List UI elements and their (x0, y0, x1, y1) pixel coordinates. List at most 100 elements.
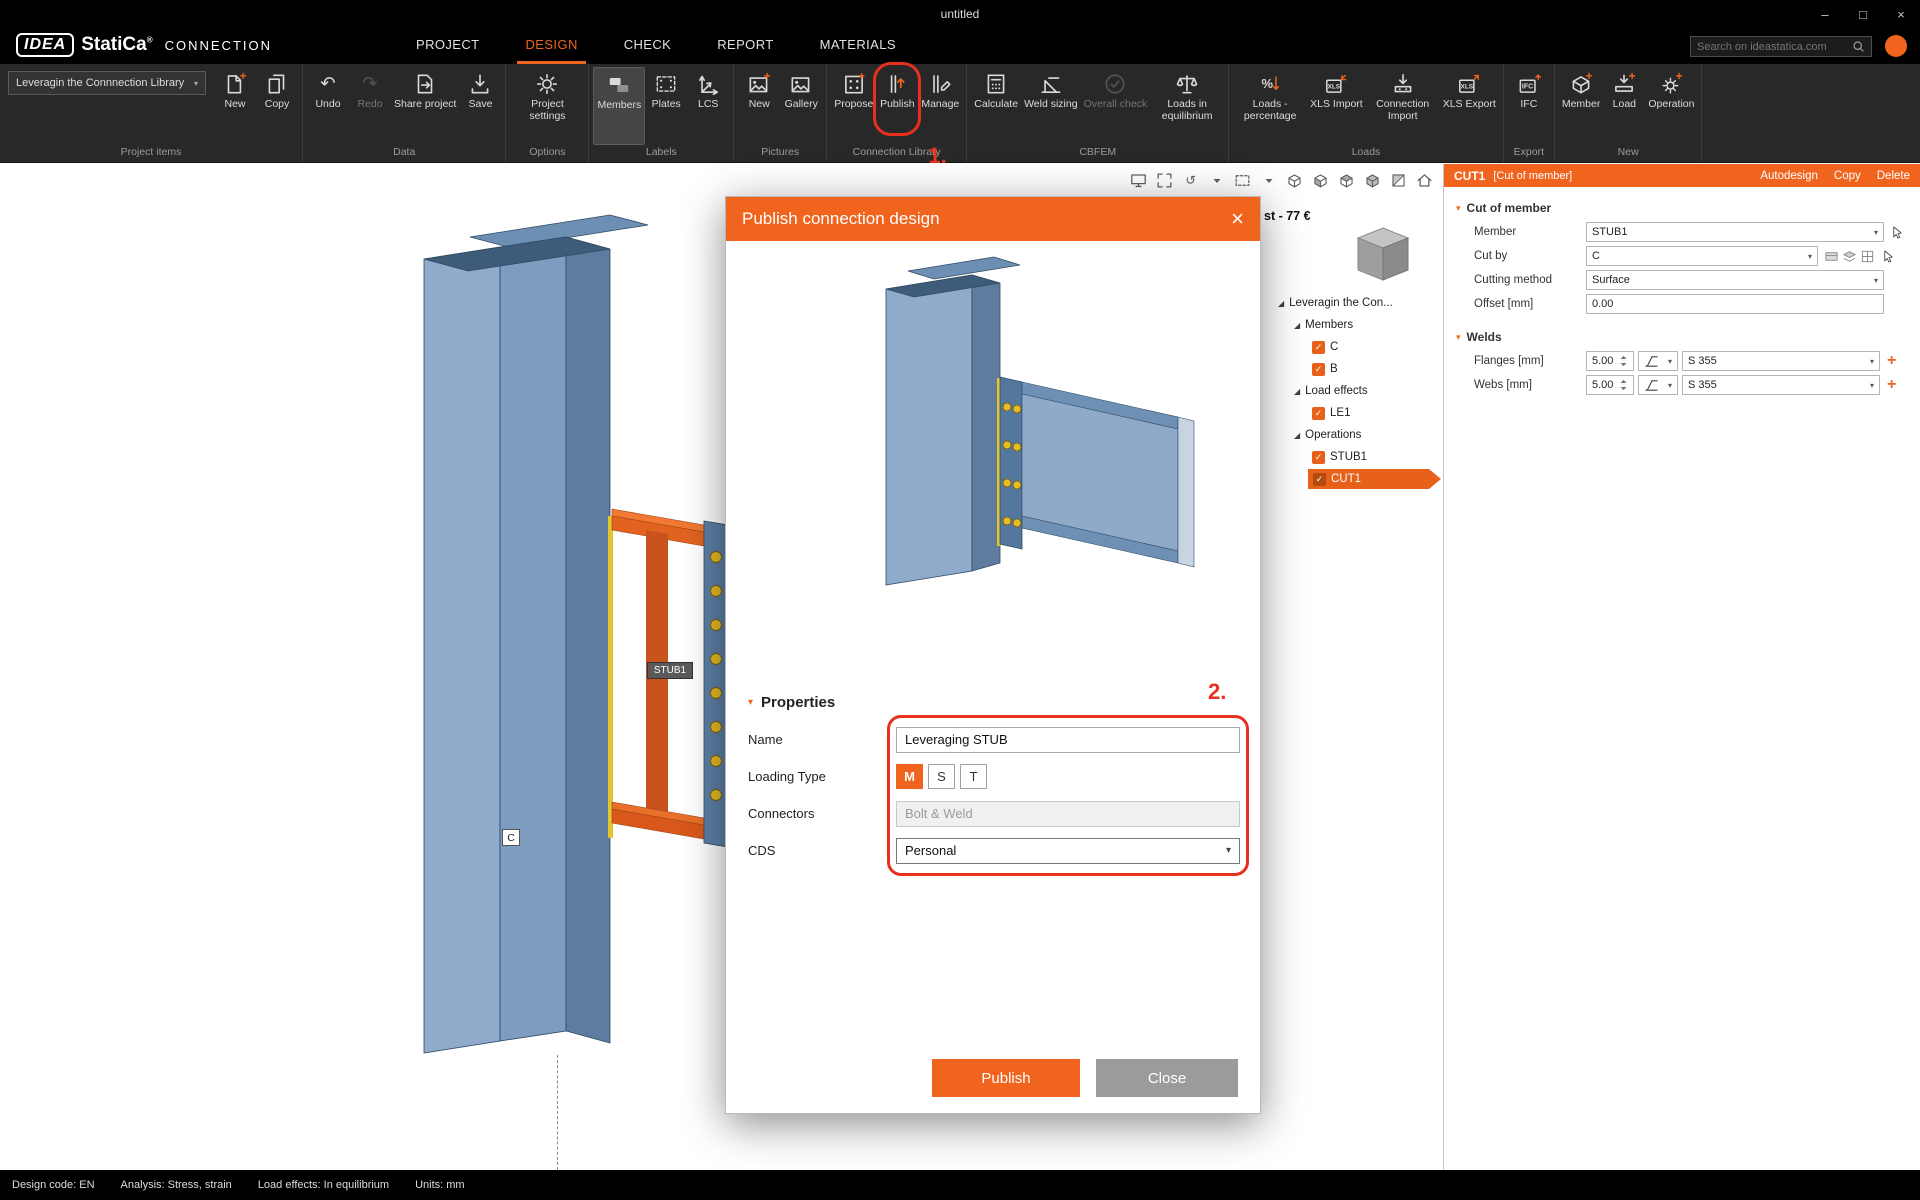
checkbox-icon[interactable]: ✓ (1312, 451, 1325, 464)
ribbon-button-new-picture[interactable]: +New (738, 67, 780, 145)
tab-check[interactable]: CHECK (624, 28, 672, 64)
ribbon-button-new-operation[interactable]: +Operation (1645, 67, 1697, 145)
flanges-weld-type-select[interactable]: ▾ (1638, 351, 1678, 371)
loading-type-s-button[interactable]: S (928, 764, 955, 789)
add-web-weld-button[interactable]: + (1887, 377, 1896, 393)
publish-button[interactable]: Publish (932, 1059, 1080, 1097)
cube-solid-icon[interactable] (1362, 170, 1383, 191)
flanges-size-input[interactable]: 5.00 (1586, 351, 1634, 371)
tree-group-operations[interactable]: ◢Operations (1278, 424, 1443, 446)
ribbon-button-copy-project-item[interactable]: Copy (256, 67, 298, 145)
monitor-icon[interactable] (1128, 170, 1149, 191)
tree-expander-icon[interactable]: ◢ (1278, 299, 1284, 308)
ribbon-button-gallery[interactable]: Gallery (780, 67, 822, 145)
ribbon-button-connection-import[interactable]: Connection Import (1366, 67, 1440, 145)
flanges-material-select[interactable]: S 355▾ (1682, 351, 1880, 371)
section-cut-of-member[interactable]: ▾ Cut of member (1456, 201, 1912, 215)
checkbox-icon[interactable]: ✓ (1312, 407, 1325, 420)
stepper-icon[interactable] (1619, 353, 1628, 369)
close-button[interactable]: Close (1096, 1059, 1238, 1097)
tree-expander-icon[interactable]: ◢ (1294, 387, 1300, 396)
ribbon-button-new-load[interactable]: +Load (1603, 67, 1645, 145)
maximize-icon[interactable]: □ (1844, 0, 1882, 28)
tab-report[interactable]: REPORT (717, 28, 773, 64)
cube-wire-icon[interactable] (1284, 170, 1305, 191)
search-icon[interactable] (1852, 40, 1865, 53)
project-items-combo[interactable]: Leveragin the Connnection Library▾ (8, 71, 206, 95)
loading-type-t-button[interactable]: T (960, 764, 987, 789)
ribbon-button-loads-in-equilibrium[interactable]: Loads in equilibrium (1150, 67, 1224, 145)
ribbon-button-new-project-item[interactable]: +New (214, 67, 256, 145)
pick-member-icon[interactable] (1890, 225, 1905, 240)
ribbon-button-xls-export[interactable]: XLSXLS Export (1440, 67, 1499, 145)
nav-cube[interactable] (1356, 226, 1410, 284)
checkbox-icon[interactable]: ✓ (1312, 363, 1325, 376)
webs-size-input[interactable]: 5.00 (1586, 375, 1634, 395)
ribbon-button-loads-percentage[interactable]: %Loads - percentage (1233, 67, 1307, 145)
cube-left-icon[interactable] (1310, 170, 1331, 191)
ribbon-button-calculate[interactable]: Calculate (971, 67, 1021, 145)
marquee-select-icon[interactable] (1232, 170, 1253, 191)
tree-item-c[interactable]: ✓C (1278, 336, 1443, 358)
shade-half-icon[interactable] (1388, 170, 1409, 191)
add-flange-weld-button[interactable]: + (1887, 353, 1896, 369)
autodesign-button[interactable]: Autodesign (1760, 170, 1818, 182)
search-input[interactable] (1697, 41, 1852, 53)
copy-operation-button[interactable]: Copy (1834, 170, 1861, 182)
tree-expander-icon[interactable]: ◢ (1294, 321, 1300, 330)
ribbon-button-save[interactable]: Save (459, 67, 501, 145)
section-welds[interactable]: ▾ Welds (1456, 330, 1912, 344)
member-select[interactable]: STUB1▾ (1586, 222, 1884, 242)
ribbon-button-new-member[interactable]: +Member (1559, 67, 1604, 145)
cut-by-select[interactable]: C▾ (1586, 246, 1818, 266)
offset-input[interactable]: 0.00 (1586, 294, 1884, 314)
checkbox-icon[interactable]: ✓ (1312, 341, 1325, 354)
webs-weld-type-select[interactable]: ▾ (1638, 375, 1678, 395)
pick-grid-icon[interactable] (1860, 249, 1875, 264)
tree-root[interactable]: ◢Leveragin the Con... (1278, 292, 1443, 314)
ribbon-button-propose[interactable]: Propose (831, 67, 876, 145)
dialog-close-icon[interactable]: × (1231, 208, 1244, 230)
pick-cut-by-icon[interactable] (1881, 249, 1896, 264)
account-icon[interactable] (1885, 35, 1907, 57)
loading-type-m-button[interactable]: M (896, 764, 923, 789)
name-input[interactable] (896, 727, 1240, 753)
tree-item-stub1[interactable]: ✓STUB1 (1278, 446, 1443, 468)
minimize-icon[interactable]: – (1806, 0, 1844, 28)
delete-operation-button[interactable]: Delete (1877, 170, 1910, 182)
tab-materials[interactable]: MATERIALS (820, 28, 896, 64)
tree-item-b[interactable]: ✓B (1278, 358, 1443, 380)
cds-select[interactable]: Personal▾ (896, 838, 1240, 864)
tab-design[interactable]: DESIGN (525, 28, 577, 64)
ribbon-button-ifc[interactable]: IFCIFC (1508, 67, 1550, 145)
properties-section-header[interactable]: ▾ Properties (748, 694, 835, 711)
ribbon-button-share-project[interactable]: Share project (391, 67, 459, 145)
ribbon-button-undo[interactable]: ↶Undo (307, 67, 349, 145)
cutting-method-select[interactable]: Surface▾ (1586, 270, 1884, 290)
webs-material-select[interactable]: S 355▾ (1682, 375, 1880, 395)
tree-item-cut1[interactable]: ✓CUT1 (1278, 468, 1443, 490)
caret-icon[interactable] (1258, 170, 1279, 191)
tab-project[interactable]: PROJECT (416, 28, 479, 64)
rotate-view-icon[interactable]: ↺ (1180, 170, 1201, 191)
ribbon-button-lcs[interactable]: LCS (687, 67, 729, 145)
ribbon-button-project-settings[interactable]: Project settings (510, 67, 584, 145)
ribbon-button-publish[interactable]: Publish (876, 67, 918, 145)
ribbon-button-weld-sizing[interactable]: Weld sizing (1021, 67, 1081, 145)
home-view-icon[interactable] (1414, 170, 1435, 191)
cube-top-icon[interactable] (1336, 170, 1357, 191)
close-window-icon[interactable]: × (1882, 0, 1920, 28)
ribbon-button-plates[interactable]: Plates (645, 67, 687, 145)
pick-plate-icon[interactable] (1824, 249, 1839, 264)
tree-expander-icon[interactable]: ◢ (1294, 431, 1300, 440)
checkbox-icon[interactable]: ✓ (1313, 473, 1326, 486)
ribbon-button-members[interactable]: Members (593, 67, 645, 145)
tree-group-members[interactable]: ◢Members (1278, 314, 1443, 336)
tree-group-load-effects[interactable]: ◢Load effects (1278, 380, 1443, 402)
pick-layers-icon[interactable] (1842, 249, 1857, 264)
stepper-icon[interactable] (1619, 377, 1628, 393)
ribbon-button-xls-import[interactable]: XLSXLS Import (1307, 67, 1366, 145)
tree-item-le1[interactable]: ✓LE1 (1278, 402, 1443, 424)
search-box[interactable] (1690, 36, 1872, 57)
caret-icon[interactable] (1206, 170, 1227, 191)
